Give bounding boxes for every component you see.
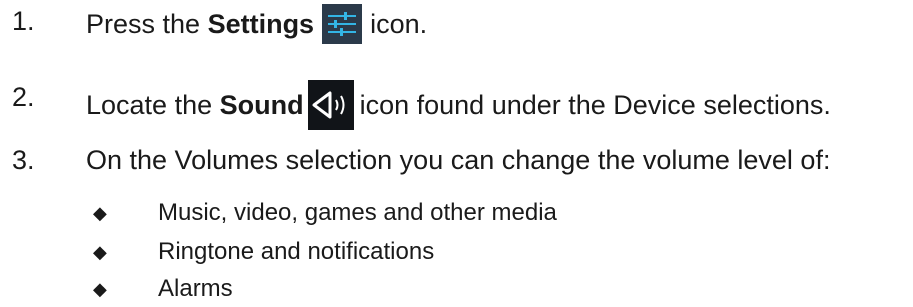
step-2-before: Locate the: [86, 90, 220, 120]
step-2-number: 2.: [12, 82, 35, 112]
step-1-before: Press the: [86, 9, 208, 39]
diamond-bullet-icon: ◆: [93, 242, 107, 262]
step-1-number: 1.: [12, 6, 35, 36]
list-item-label: Ringtone and notifications: [158, 238, 435, 265]
speaker-sound-icon: [307, 80, 354, 130]
step-3-number: 3.: [12, 145, 35, 175]
diamond-bullet-icon: ◆: [93, 279, 107, 299]
settings-sliders-icon: [322, 4, 363, 44]
list-item-label: Music, video, games and other media: [158, 199, 557, 226]
step-2-after: icon found under the Device selections.: [359, 90, 831, 120]
step-1-text: Press the Settings icon.: [86, 4, 427, 44]
step-1-after: icon.: [370, 9, 428, 39]
diamond-bullet-icon: ◆: [93, 203, 107, 223]
step-2-text: Locate the Sound icon found under the De…: [86, 80, 831, 130]
step-2-bold: Sound: [219, 90, 304, 120]
list-item-label: Alarms: [158, 275, 233, 302]
step-3-text: On the Volumes selection you can change …: [86, 145, 831, 175]
step-1-bold: Settings: [207, 9, 315, 39]
